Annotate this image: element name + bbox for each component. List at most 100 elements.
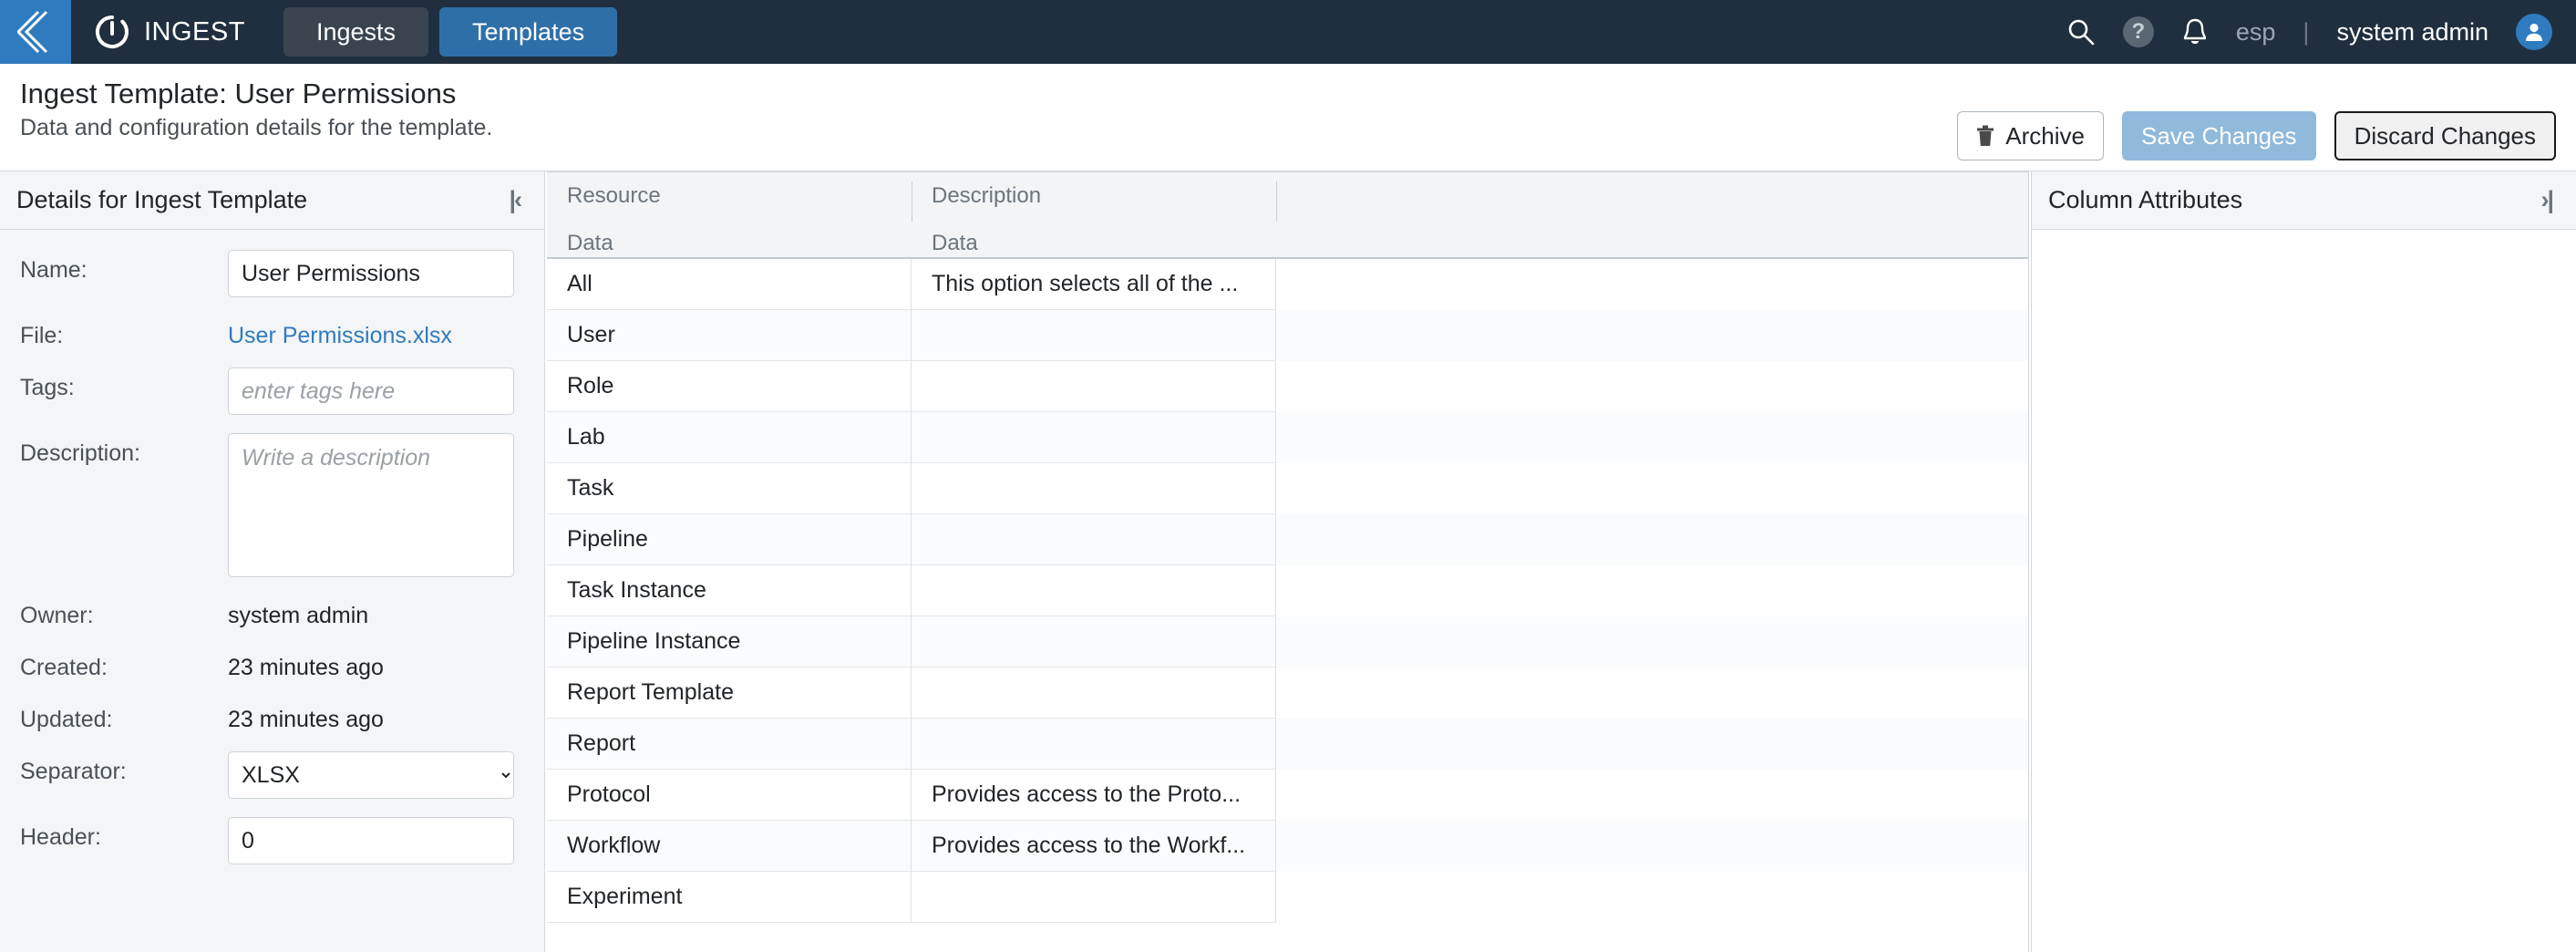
cell-description — [912, 719, 1276, 770]
brand-text: INGEST — [144, 16, 245, 47]
cell-resource: Report — [547, 719, 912, 770]
ingest-logo-icon — [95, 15, 129, 49]
chevron-left-icon — [17, 8, 54, 56]
brand: INGEST — [95, 15, 245, 49]
column-header-description[interactable]: Description Data — [912, 172, 1276, 257]
cell-resource: User — [547, 310, 912, 361]
table-row[interactable]: Pipeline — [547, 514, 2028, 565]
cell-description — [912, 616, 1276, 667]
owner-value: system admin — [228, 603, 369, 628]
page-title: Ingest Template: User Permissions — [20, 78, 457, 109]
page-actions: Archive Save Changes Discard Changes — [1957, 111, 2556, 160]
column-header-empty[interactable] — [1276, 172, 2028, 257]
table-row[interactable]: Report — [547, 719, 2028, 770]
column-header-resource-label: Resource — [567, 183, 661, 208]
table-row[interactable]: Pipeline Instance — [547, 616, 2028, 667]
separator-label: Separator: — [20, 759, 127, 784]
field-row-name: Name: — [0, 250, 544, 297]
cell-description — [912, 565, 1276, 616]
language-selector[interactable]: esp — [2236, 18, 2276, 47]
cell-resource: Report Template — [547, 667, 912, 719]
column-attributes-panel: Column Attributes ›| — [2031, 171, 2576, 952]
data-grid-area: Resource Data Description Data All This o… — [545, 171, 2031, 952]
cell-description — [912, 667, 1276, 719]
field-row-updated: Updated: 23 minutes ago — [0, 699, 544, 733]
table-row[interactable]: Task — [547, 463, 2028, 514]
description-textarea[interactable] — [228, 433, 514, 577]
column-subheader-resource: Data — [567, 231, 613, 255]
table-row[interactable]: Report Template — [547, 667, 2028, 719]
cell-description: This option selects all of the ... — [912, 259, 1276, 310]
bell-icon[interactable] — [2181, 16, 2209, 47]
table-row[interactable]: Lab — [547, 412, 2028, 463]
updated-value: 23 minutes ago — [228, 707, 384, 732]
collapse-left-icon[interactable]: |‹ — [509, 186, 521, 214]
column-attributes-body — [2032, 230, 2576, 952]
cell-description — [912, 463, 1276, 514]
cell-description: Provides access to the Workf... — [912, 821, 1276, 872]
cell-description — [912, 872, 1276, 923]
nav-tab-ingests[interactable]: Ingests — [283, 7, 429, 57]
owner-label: Owner: — [20, 603, 94, 628]
field-row-owner: Owner: system admin — [0, 595, 544, 629]
description-label: Description: — [20, 440, 140, 466]
help-icon[interactable]: ? — [2122, 16, 2154, 47]
field-row-file: File: User Permissions.xlsx — [0, 316, 544, 349]
data-grid: Resource Data Description Data All This o… — [547, 171, 2029, 952]
name-input[interactable] — [228, 250, 514, 297]
cell-resource: Pipeline Instance — [547, 616, 912, 667]
help-glyph: ? — [2122, 16, 2154, 47]
nav-divider: | — [2303, 17, 2310, 46]
table-row[interactable]: User — [547, 310, 2028, 361]
details-panel-header: Details for Ingest Template |‹ — [0, 171, 544, 230]
collapse-right-icon[interactable]: ›| — [2540, 186, 2553, 214]
nav-tab-templates[interactable]: Templates — [439, 7, 618, 57]
cell-resource: Lab — [547, 412, 912, 463]
table-row[interactable]: Task Instance — [547, 565, 2028, 616]
file-link[interactable]: User Permissions.xlsx — [228, 316, 452, 349]
separator-select[interactable]: XLSX — [228, 751, 514, 799]
field-row-tags: Tags: — [0, 367, 544, 415]
cell-description — [912, 412, 1276, 463]
username-label[interactable]: system admin — [2336, 18, 2488, 47]
cell-resource: Task Instance — [547, 565, 912, 616]
discard-changes-button[interactable]: Discard Changes — [2334, 111, 2556, 160]
cell-resource: Protocol — [547, 770, 912, 821]
column-attributes-header: Column Attributes ›| — [2032, 171, 2576, 230]
top-navigation-bar: INGEST Ingests Templates ? esp | system … — [0, 0, 2576, 64]
table-row[interactable]: All This option selects all of the ... — [547, 259, 2028, 310]
file-label: File: — [20, 323, 64, 348]
search-icon[interactable] — [2066, 17, 2096, 47]
archive-button-label: Archive — [2005, 121, 2085, 150]
back-button[interactable] — [0, 0, 71, 64]
table-row[interactable]: Protocol Provides access to the Proto... — [547, 770, 2028, 821]
updated-label: Updated: — [20, 707, 113, 732]
details-panel-body: Name: File: User Permissions.xlsx Tags: … — [0, 230, 544, 952]
header-input[interactable] — [228, 817, 514, 864]
user-avatar-icon[interactable] — [2516, 14, 2552, 50]
table-row[interactable]: Experiment — [547, 872, 2028, 923]
cell-resource: Role — [547, 361, 912, 412]
nav-tabs: Ingests Templates — [283, 7, 618, 57]
field-row-description: Description: — [0, 433, 544, 577]
field-row-header: Header: — [0, 817, 544, 864]
table-row[interactable]: Role — [547, 361, 2028, 412]
column-header-description-label: Description — [932, 183, 1042, 208]
name-label: Name: — [20, 257, 88, 283]
tags-input[interactable] — [228, 367, 514, 415]
cell-resource: Workflow — [547, 821, 912, 872]
cell-description — [912, 310, 1276, 361]
data-grid-rows: All This option selects all of the ... Use… — [547, 259, 2028, 923]
save-changes-button[interactable]: Save Changes — [2122, 111, 2316, 160]
nav-right-cluster: ? esp | system admin — [2066, 0, 2552, 64]
column-header-resource[interactable]: Resource Data — [547, 172, 912, 257]
archive-button[interactable]: Archive — [1957, 111, 2104, 160]
cell-resource: All — [547, 259, 912, 310]
created-value: 23 minutes ago — [228, 655, 384, 680]
main-content: Details for Ingest Template |‹ Name: Fil… — [0, 171, 2576, 952]
table-row[interactable]: Workflow Provides access to the Workf... — [547, 821, 2028, 872]
cell-resource: Pipeline — [547, 514, 912, 565]
details-panel-title: Details for Ingest Template — [16, 186, 308, 213]
cell-resource: Task — [547, 463, 912, 514]
cell-resource: Experiment — [547, 872, 912, 923]
